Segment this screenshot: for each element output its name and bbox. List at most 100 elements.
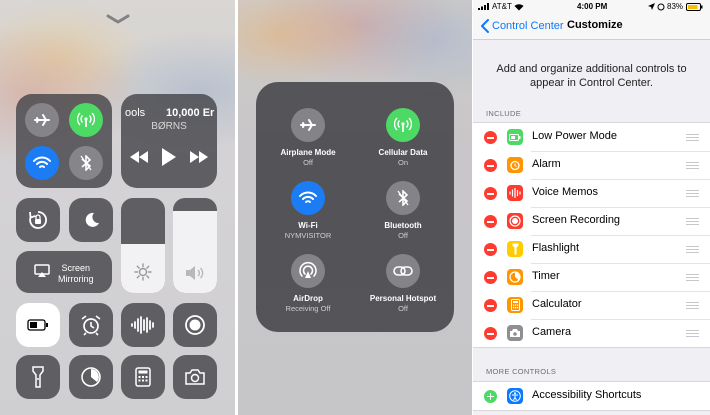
personal-hotspot-status: Off: [398, 304, 408, 313]
reorder-handle[interactable]: [686, 162, 699, 169]
airdrop-toggle[interactable]: AirDrop Receiving Off: [268, 254, 348, 313]
flashlight-button[interactable]: [16, 355, 60, 399]
signal-icon: [478, 3, 489, 10]
calculator-icon: [135, 367, 151, 387]
personal-hotspot-label: Personal Hotspot: [369, 294, 437, 303]
wifi-label: Wi-Fi: [298, 221, 318, 230]
moon-icon: [85, 212, 99, 227]
remove-control-button[interactable]: [484, 131, 497, 144]
list-item-label: Alarm: [532, 158, 561, 170]
accessibility-icon: [507, 388, 523, 404]
list-item-label: Calculator: [532, 298, 582, 310]
list-item-label: Flashlight: [532, 242, 580, 254]
airdrop-status: Receiving Off: [285, 304, 331, 313]
reorder-handle[interactable]: [686, 330, 699, 337]
more-controls-section-header: MORE CONTROLS: [486, 367, 557, 376]
connectivity-tile[interactable]: [16, 94, 112, 188]
wifi-status: NYMVISITOR: [284, 231, 332, 240]
play-icon[interactable]: [161, 147, 177, 167]
screen-mirroring-button[interactable]: Screen Mirroring: [16, 251, 112, 293]
timer-button[interactable]: [69, 355, 113, 399]
volume-slider[interactable]: [173, 198, 217, 293]
camera-icon: [507, 325, 523, 341]
bluetooth-icon: [397, 190, 409, 206]
do-not-disturb-button[interactable]: [69, 198, 113, 242]
screen-mirroring-label-line1: Screen: [61, 263, 91, 273]
list-item[interactable]: Accessibility Shortcuts: [473, 382, 710, 410]
back-button-label: Control Center: [492, 20, 564, 32]
list-item[interactable]: Flashlight: [473, 235, 710, 263]
artist-name: BØRNS: [151, 121, 187, 132]
alarm-button[interactable]: [69, 303, 113, 347]
remove-control-button[interactable]: [484, 215, 497, 228]
customize-description: Add and organize additional controls to …: [496, 63, 687, 89]
list-item-label: Screen Recording: [532, 214, 621, 226]
antenna-icon: [394, 117, 412, 132]
airplane-mode-button[interactable]: [25, 103, 59, 137]
airplane-mode-label: Airplane Mode: [280, 148, 336, 157]
reorder-handle[interactable]: [686, 134, 699, 141]
battery-status-icon: [686, 3, 703, 11]
alarm-icon: [507, 157, 523, 173]
orientation-lock-button[interactable]: [16, 198, 60, 242]
list-item[interactable]: Timer: [473, 263, 710, 291]
bluetooth-toggle[interactable]: Bluetooth Off: [363, 181, 443, 240]
more-controls-list: Accessibility Shortcuts: [473, 381, 710, 411]
airplane-icon: [34, 114, 50, 126]
add-control-button[interactable]: [484, 390, 497, 403]
list-item[interactable]: Alarm: [473, 151, 710, 179]
screen-recording-button[interactable]: [173, 303, 217, 347]
airdrop-icon: [299, 261, 317, 278]
connectivity-expanded-panel: Airplane Mode Off Cellular Data On Wi-Fi…: [238, 0, 472, 415]
airplane-mode-toggle[interactable]: Airplane Mode Off: [268, 108, 348, 167]
reorder-handle[interactable]: [686, 218, 699, 225]
personal-hotspot-toggle[interactable]: Personal Hotspot Off: [363, 254, 443, 313]
cellular-data-toggle[interactable]: Cellular Data On: [363, 108, 443, 167]
music-player-tile[interactable]: ools 10,000 Er BØRNS: [121, 94, 217, 188]
brightness-slider[interactable]: [121, 198, 165, 293]
wifi-icon: [514, 4, 524, 11]
reorder-handle[interactable]: [686, 190, 699, 197]
remove-control-button[interactable]: [484, 327, 497, 340]
bluetooth-label: Bluetooth: [384, 221, 422, 230]
camera-icon: [185, 369, 205, 385]
remove-control-button[interactable]: [484, 159, 497, 172]
back-button[interactable]: Control Center: [481, 19, 564, 33]
flashlight-icon: [507, 241, 523, 257]
list-item[interactable]: Low Power Mode: [473, 123, 710, 151]
hotspot-icon: [393, 266, 413, 276]
voice-memos-button[interactable]: [121, 303, 165, 347]
fast-forward-icon[interactable]: [189, 150, 209, 164]
timer-icon: [507, 269, 523, 285]
clock: 4:00 PM: [577, 2, 608, 11]
list-item[interactable]: Screen Recording: [473, 207, 710, 235]
chevron-down-icon[interactable]: [106, 14, 130, 24]
timer-icon: [81, 367, 101, 387]
remove-control-button[interactable]: [484, 271, 497, 284]
camera-button[interactable]: [173, 355, 217, 399]
remove-control-button[interactable]: [484, 243, 497, 256]
wifi-toggle[interactable]: Wi-Fi NYMVISITOR: [268, 181, 348, 240]
list-item[interactable]: Camera: [473, 319, 710, 347]
airplay-icon: [34, 264, 50, 277]
bluetooth-button[interactable]: [69, 146, 103, 180]
screen-mirroring-label-line2: Mirroring: [58, 274, 94, 284]
list-item[interactable]: Calculator: [473, 291, 710, 319]
reorder-handle[interactable]: [686, 246, 699, 253]
wifi-button[interactable]: [25, 146, 59, 180]
list-item[interactable]: Voice Memos: [473, 179, 710, 207]
remove-control-button[interactable]: [484, 299, 497, 312]
calculator-icon: [507, 297, 523, 313]
low-power-mode-button[interactable]: [16, 303, 60, 347]
remove-control-button[interactable]: [484, 187, 497, 200]
battery-percent: 83%: [667, 2, 684, 11]
connectivity-card: Airplane Mode Off Cellular Data On Wi-Fi…: [256, 82, 454, 332]
rewind-icon[interactable]: [129, 150, 149, 164]
reorder-handle[interactable]: [686, 274, 699, 281]
bluetooth-status: Off: [398, 231, 408, 240]
reorder-handle[interactable]: [686, 302, 699, 309]
include-list: Low Power Mode Alarm Voice Memos Screen Rec…: [473, 122, 710, 348]
calculator-button[interactable]: [121, 355, 165, 399]
battery-icon: [507, 129, 523, 145]
cellular-data-button[interactable]: [69, 103, 103, 137]
